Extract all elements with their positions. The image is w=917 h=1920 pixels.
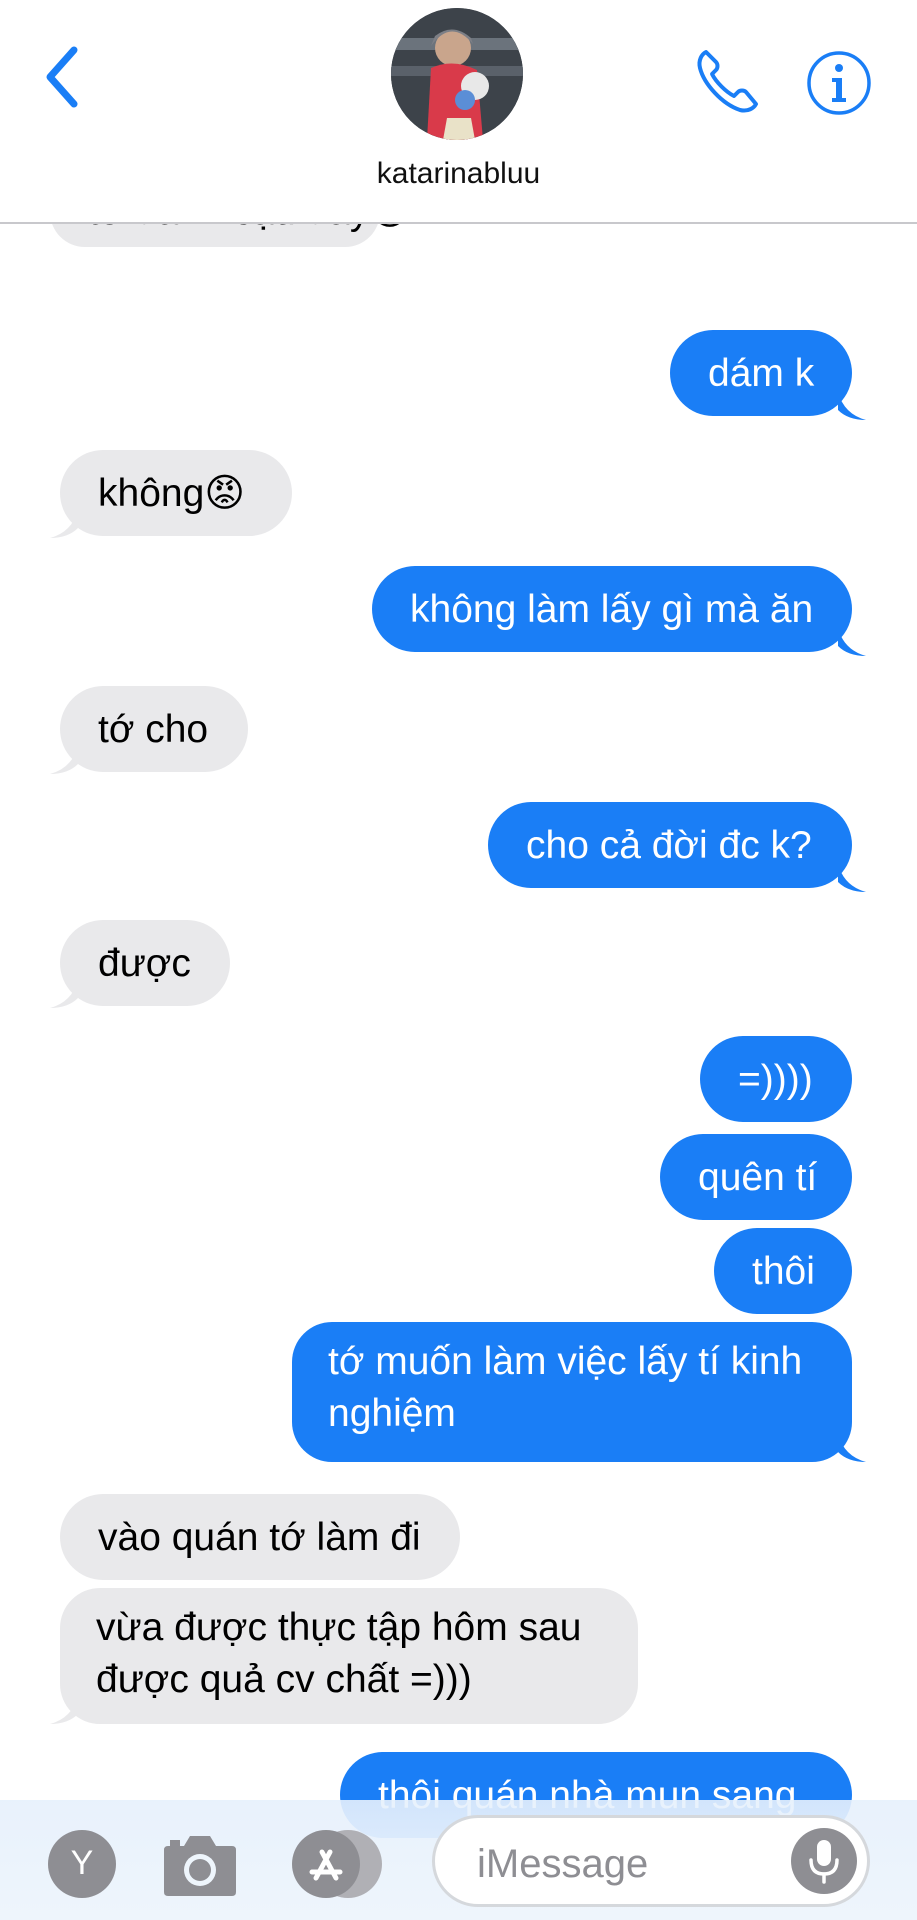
contact-name[interactable]: katarinabluu [0, 157, 917, 191]
memoji-app-label: Y [70, 1844, 94, 1882]
message-bubble-outgoing[interactable]: tớ muốn làm việc lấy tí kinh nghiệm [292, 1322, 852, 1462]
app-store-icon [292, 1830, 360, 1898]
message-bubble-incoming[interactable]: không😡 [60, 450, 292, 536]
message-bubble-outgoing[interactable]: thôi [714, 1228, 852, 1314]
message-bubble-outgoing[interactable]: quên tí [660, 1134, 852, 1220]
conversation-header: katarinabluu [0, 0, 917, 224]
phone-icon[interactable] [692, 46, 764, 118]
message-bubble-incoming[interactable]: vừa được thực tập hôm sau được quả cv ch… [60, 1588, 638, 1724]
bubble-tail [50, 746, 78, 774]
message-bubble-outgoing[interactable]: =)))) [700, 1036, 852, 1122]
info-icon[interactable] [806, 50, 872, 116]
message-input[interactable] [475, 1838, 779, 1890]
message-bubble-incoming[interactable]: vào quán tớ làm đi [60, 1494, 460, 1580]
message-bubble-outgoing[interactable]: cho cả đời đc k? [488, 802, 852, 888]
back-chevron-icon[interactable] [38, 42, 88, 112]
bubble-tail [838, 864, 866, 892]
message-list: tớ đánh cậu đấy😡 dám k không😡 không làm … [0, 0, 917, 1920]
bubble-tail [838, 392, 866, 420]
microphone-button[interactable] [791, 1828, 857, 1894]
message-bubble-incoming[interactable]: tớ cho [60, 686, 248, 772]
avatar[interactable] [391, 8, 523, 140]
imessage-field[interactable] [432, 1815, 870, 1907]
memoji-app-button[interactable]: Y [48, 1830, 116, 1898]
app-store-button[interactable] [292, 1830, 388, 1898]
message-bubble-outgoing[interactable]: dám k [670, 330, 852, 416]
camera-icon[interactable] [160, 1828, 240, 1900]
message-bubble-outgoing[interactable]: không làm lấy gì mà ăn [372, 566, 852, 652]
bubble-tail [50, 510, 78, 538]
bubble-tail [50, 980, 78, 1008]
bubble-tail [838, 1434, 866, 1462]
avatar-photo [391, 8, 523, 140]
bubble-tail [838, 628, 866, 656]
bubble-tail [50, 1696, 78, 1724]
microphone-icon [809, 1840, 839, 1884]
message-bubble-incoming[interactable]: được [60, 920, 230, 1006]
